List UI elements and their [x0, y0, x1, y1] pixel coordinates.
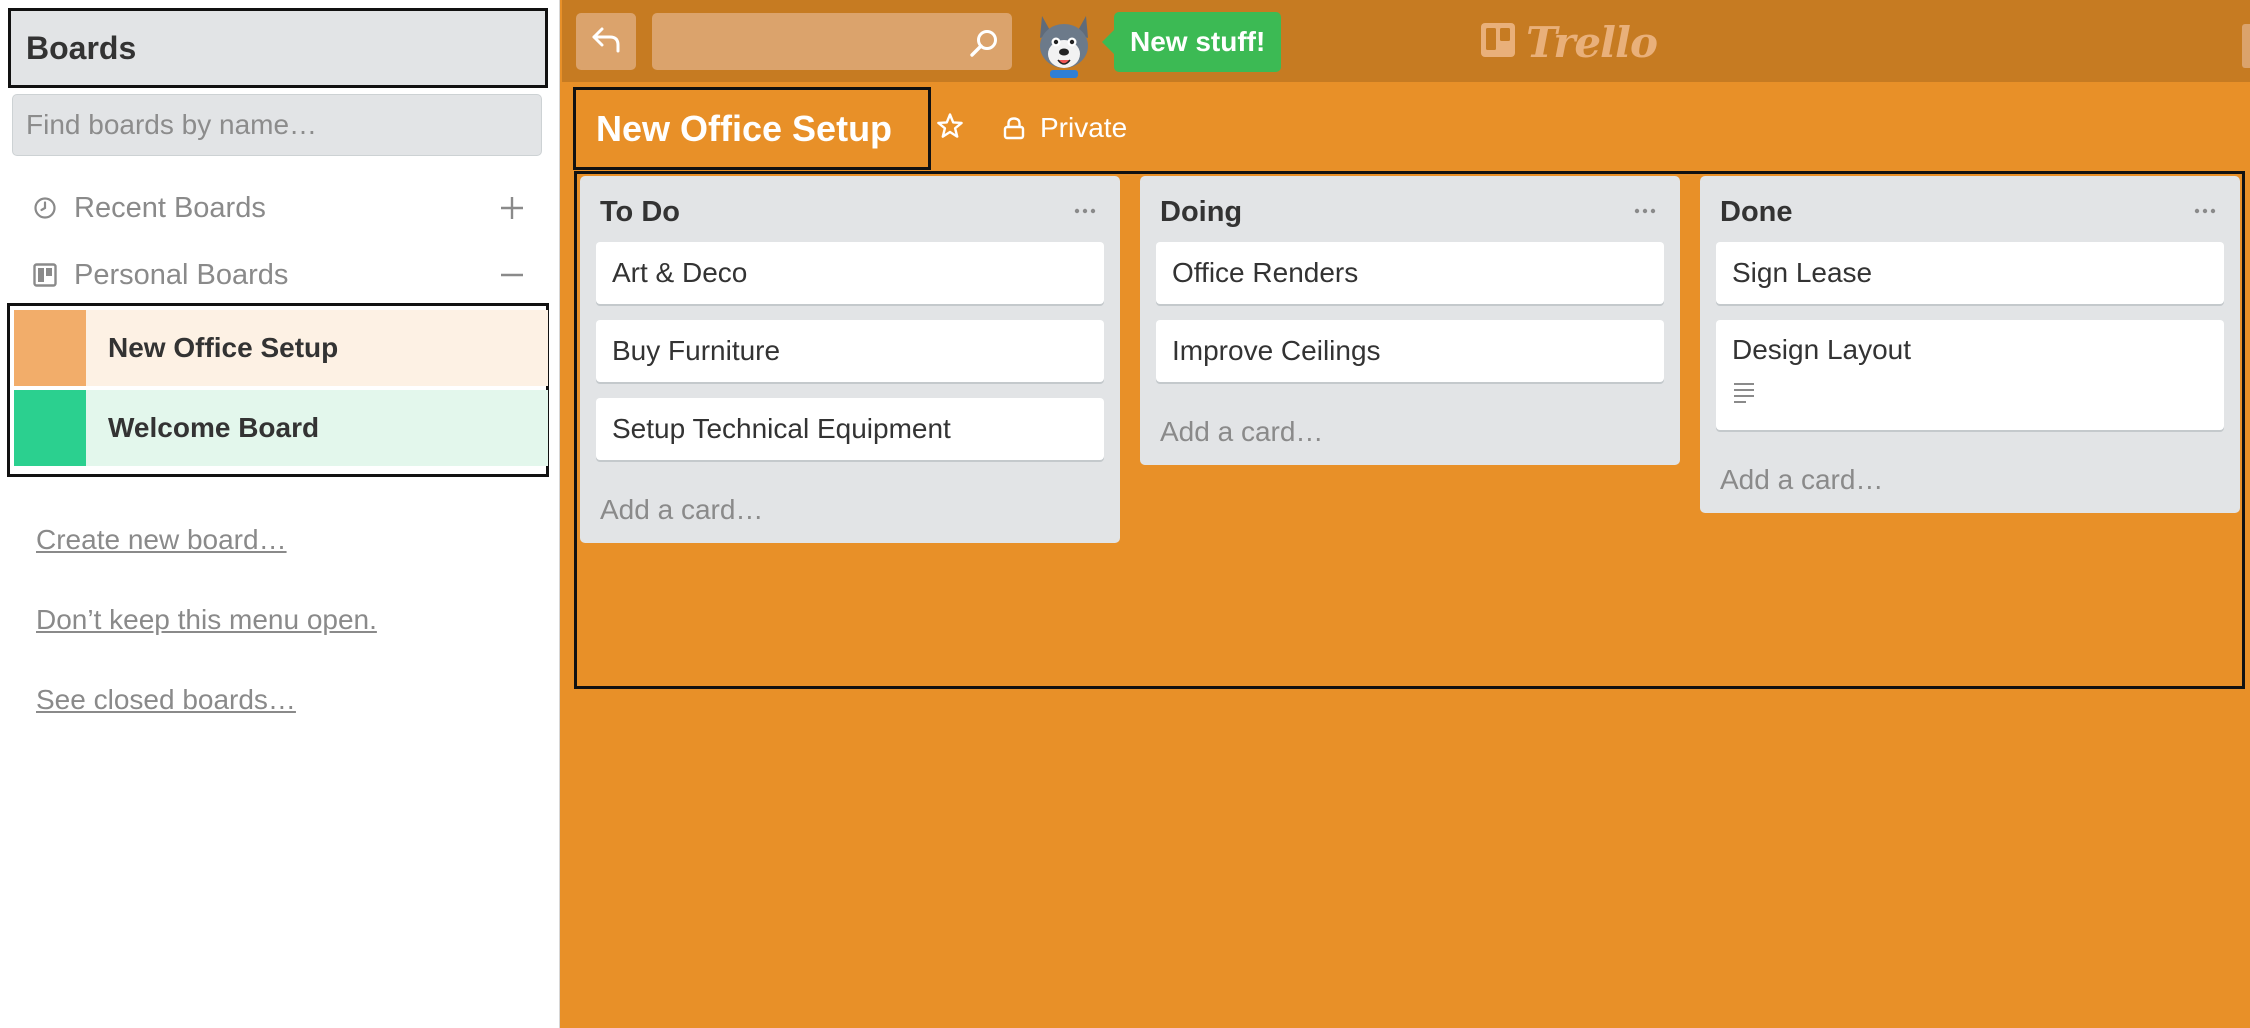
- personal-boards-toggle[interactable]: Personal Boards: [32, 249, 532, 301]
- card-title: Design Layout: [1732, 334, 1912, 365]
- list-to-do[interactable]: To Do Art & Deco Buy Furniture Setup Tec…: [580, 176, 1120, 543]
- lock-icon: [1002, 116, 1026, 140]
- personal-boards-label: Personal Boards: [74, 258, 289, 291]
- board-item-name: New Office Setup: [108, 332, 339, 363]
- add-card-button[interactable]: Add a card…: [1160, 416, 1323, 448]
- card[interactable]: Improve Ceilings: [1156, 320, 1664, 382]
- clock-icon: [32, 195, 58, 221]
- board-color-swatch: [14, 310, 86, 386]
- add-card-button[interactable]: Add a card…: [1720, 464, 1883, 496]
- list-done[interactable]: Done Sign Lease Design Layout Add a card…: [1700, 176, 2240, 513]
- dont-keep-menu-open-link[interactable]: Don’t keep this menu open.: [36, 604, 377, 636]
- board-title[interactable]: New Office Setup: [573, 87, 931, 170]
- card[interactable]: Design Layout: [1716, 320, 2224, 430]
- add-card-button[interactable]: Add a card…: [600, 494, 763, 526]
- card[interactable]: Sign Lease: [1716, 242, 2224, 304]
- header-search[interactable]: [652, 13, 1012, 70]
- card[interactable]: Setup Technical Equipment: [596, 398, 1104, 460]
- recent-boards-label: Recent Boards: [74, 191, 266, 224]
- plus-icon[interactable]: [492, 188, 532, 228]
- top-header: New stuff! Trello: [562, 0, 2250, 82]
- create-new-board-link[interactable]: Create new board…: [36, 524, 287, 556]
- board-icon: [32, 262, 58, 288]
- arrow-back-icon: [590, 25, 622, 58]
- card[interactable]: Buy Furniture: [596, 320, 1104, 382]
- visibility-button[interactable]: Private: [1002, 104, 1127, 152]
- board-item-welcome-board[interactable]: Welcome Board: [14, 390, 548, 466]
- ellipsis-icon[interactable]: [1630, 198, 1660, 224]
- board-search-input[interactable]: [12, 94, 542, 156]
- board-color-swatch: [14, 390, 86, 466]
- back-button[interactable]: [576, 13, 636, 70]
- new-stuff-button[interactable]: New stuff!: [1101, 12, 1282, 72]
- trello-logo-icon: [1480, 22, 1516, 63]
- star-icon: [936, 112, 964, 145]
- board-item-new-office-setup[interactable]: New Office Setup: [14, 310, 548, 386]
- list-title[interactable]: Doing: [1160, 196, 1242, 229]
- sidebar-title: Boards: [8, 8, 548, 88]
- trello-logo-text: Trello: [1526, 17, 1658, 67]
- recent-boards-toggle[interactable]: Recent Boards: [32, 182, 532, 234]
- header-member-button[interactable]: [2242, 24, 2250, 68]
- minus-icon[interactable]: [492, 255, 532, 295]
- search-icon[interactable]: [966, 25, 1002, 61]
- star-board-button[interactable]: [934, 112, 966, 144]
- description-icon: [1732, 378, 1756, 403]
- personal-boards-list: New Office Setup Welcome Board: [7, 303, 549, 477]
- taco-mascot-icon[interactable]: [1028, 8, 1100, 80]
- list-title[interactable]: Done: [1720, 196, 1793, 229]
- card[interactable]: Office Renders: [1156, 242, 1664, 304]
- card[interactable]: Art & Deco: [596, 242, 1104, 304]
- see-closed-boards-link[interactable]: See closed boards…: [36, 684, 296, 716]
- boards-sidebar: Boards Recent Boards Personal Boards New…: [0, 0, 560, 1028]
- list-doing[interactable]: Doing Office Renders Improve Ceilings Ad…: [1140, 176, 1680, 465]
- ellipsis-icon[interactable]: [1070, 198, 1100, 224]
- visibility-label: Private: [1040, 112, 1128, 143]
- trello-logo[interactable]: Trello: [1480, 17, 1658, 67]
- ellipsis-icon[interactable]: [2190, 198, 2220, 224]
- board-item-name: Welcome Board: [108, 412, 320, 443]
- header-search-input[interactable]: [652, 13, 952, 70]
- list-title[interactable]: To Do: [600, 196, 680, 229]
